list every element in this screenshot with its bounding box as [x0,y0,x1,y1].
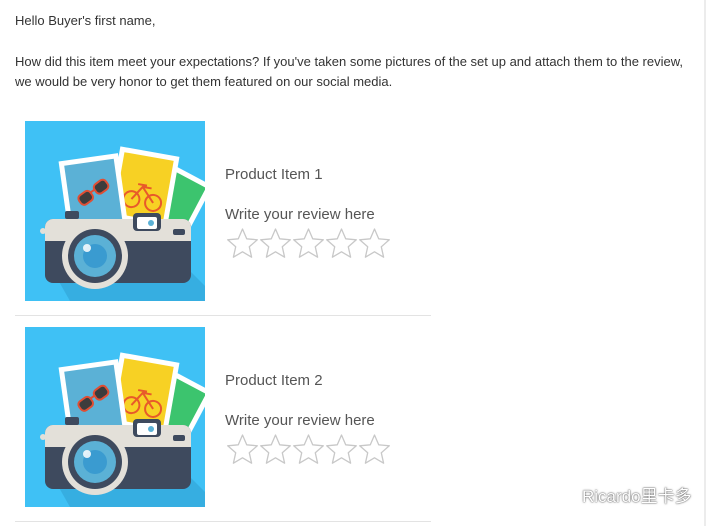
greeting-text: Hello Buyer's first name, [15,13,156,28]
star-rating [226,227,391,259]
star-4-icon[interactable] [325,227,358,259]
product-row: Product Item 1 Write your review here [15,110,431,316]
product-name: Product Item 1 [225,166,323,183]
star-2-icon[interactable] [259,433,292,465]
star-5-icon[interactable] [358,227,391,259]
camera-with-photos-icon [25,121,205,301]
star-3-icon[interactable] [292,227,325,259]
product-row: Product Item 2 Write your review here [15,316,431,522]
star-5-icon[interactable] [358,433,391,465]
wechat-icon [552,484,576,502]
product-divider [15,521,431,522]
page-right-border [704,0,706,526]
watermark-text: Ricardo里卡多 [582,486,692,506]
review-prompt-link[interactable]: Write your review here [225,412,375,430]
star-1-icon[interactable] [226,227,259,259]
star-2-icon[interactable] [259,227,292,259]
star-4-icon[interactable] [325,433,358,465]
review-prompt-link[interactable]: Write your review here [225,206,375,224]
wechat-watermark: Ricardo里卡多 [552,482,692,506]
star-rating [226,433,391,465]
product-name: Product Item 2 [225,372,323,389]
intro-paragraph: How did this item meet your expectations… [15,54,684,89]
camera-with-photos-icon [25,327,205,507]
star-3-icon[interactable] [292,433,325,465]
star-1-icon[interactable] [226,433,259,465]
